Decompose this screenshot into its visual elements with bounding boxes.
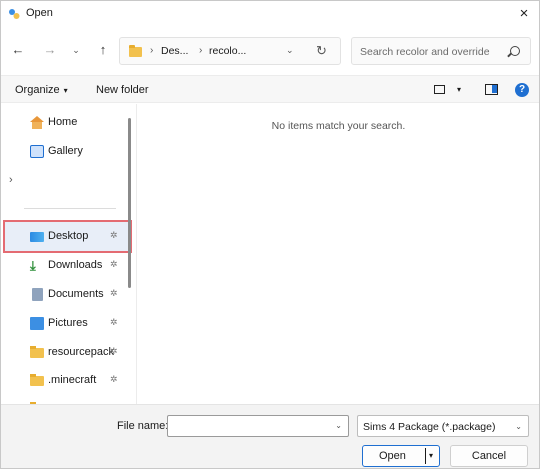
sidebar-item-label: resourcepack: [48, 346, 115, 358]
sidebar-divider: [24, 208, 116, 209]
sidebar-item-desktop[interactable]: Desktop ✲: [1, 224, 129, 250]
sidebar-item-minecraft[interactable]: .minecraft ✲: [1, 368, 129, 394]
sidebar-scrollbar[interactable]: [128, 118, 131, 288]
sidebar-item-downloads[interactable]: ⤓ Downloads ✲: [1, 253, 129, 279]
search-icon[interactable]: [510, 46, 520, 56]
organize-label: Organize: [15, 84, 60, 96]
desktop-icon: [30, 232, 44, 242]
up-button[interactable]: ↑: [94, 41, 112, 59]
recent-locations-button[interactable]: ⌄: [67, 41, 85, 59]
cancel-button[interactable]: Cancel: [450, 445, 528, 467]
sidebar-item-label: .minecraft: [48, 374, 97, 386]
view-options-dropdown-icon[interactable]: ▾: [457, 85, 461, 94]
open-options-dropdown-icon[interactable]: ▾: [429, 451, 433, 460]
sidebar-item-label: Desktop: [48, 230, 89, 242]
dialog-footer: File name: ⌄ Sims 4 Package (*.package) …: [1, 404, 539, 468]
pin-icon: ✲: [110, 288, 118, 298]
open-button[interactable]: Open ▾: [362, 445, 440, 467]
file-type-value: Sims 4 Package (*.package): [363, 421, 496, 433]
address-bar[interactable]: › Des... › recolo... ⌄ ↻: [119, 37, 341, 65]
navigation-row: ← → ⌄ ↑ › Des... › recolo... ⌄ ↻ Search …: [1, 33, 539, 69]
home-icon: [30, 116, 44, 129]
file-name-label: File name:: [117, 420, 169, 432]
back-button[interactable]: ←: [9, 41, 27, 59]
downloads-icon: ⤓: [30, 258, 36, 273]
view-mode-icon[interactable]: [434, 85, 445, 94]
empty-message: No items match your search.: [271, 120, 406, 132]
file-name-dropdown-icon[interactable]: ⌄: [335, 421, 342, 430]
folder-icon: [30, 374, 44, 386]
breadcrumb-separator: ›: [150, 45, 154, 56]
sidebar-item-label: Home: [48, 116, 78, 128]
address-dropdown-icon[interactable]: ⌄: [286, 45, 294, 56]
sidebar-item-gallery[interactable]: Gallery: [1, 139, 129, 165]
sidebar-item-home[interactable]: Home: [1, 110, 129, 136]
organize-button[interactable]: Organize ▾: [15, 84, 68, 96]
sidebar-item-label: Gallery: [48, 145, 83, 157]
open-split-divider: [425, 448, 426, 464]
chevron-down-icon: ⌄: [515, 422, 522, 431]
file-type-select[interactable]: Sims 4 Package (*.package) ⌄: [357, 415, 529, 437]
sidebar-item-partial[interactable]: [1, 396, 129, 404]
sidebar-item-documents[interactable]: Documents ✲: [1, 282, 129, 308]
file-list-area[interactable]: No items match your search.: [138, 104, 539, 404]
open-dialog: Open × ← → ⌄ ↑ › Des... › recolo... ⌄ ↻ …: [0, 0, 540, 469]
sidebar-item-resourcepack[interactable]: resourcepack ✲: [1, 340, 129, 366]
command-bar: Organize ▾ New folder ▾ ?: [1, 75, 539, 103]
pin-icon: ✲: [110, 259, 118, 269]
breadcrumb-item[interactable]: recolo...: [209, 45, 246, 57]
pin-icon: ✲: [110, 374, 118, 384]
pin-icon: ✲: [110, 230, 118, 240]
breadcrumb-item[interactable]: Des...: [161, 45, 188, 57]
sidebar-item-label: Pictures: [48, 317, 88, 329]
expand-chevron-icon[interactable]: ›: [9, 174, 13, 186]
forward-button[interactable]: →: [41, 41, 59, 59]
file-name-input[interactable]: ⌄: [167, 415, 349, 437]
open-button-label: Open: [379, 450, 406, 462]
window-title: Open: [26, 7, 53, 19]
close-button[interactable]: ×: [513, 3, 535, 25]
search-placeholder: Search recolor and override: [360, 46, 490, 58]
preview-pane-icon[interactable]: [485, 84, 498, 95]
sidebar-item-label: Documents: [48, 288, 104, 300]
gallery-icon: [30, 145, 44, 158]
title-bar: Open ×: [1, 1, 539, 27]
refresh-icon[interactable]: ↻: [316, 43, 327, 59]
documents-icon: [32, 288, 43, 301]
help-icon[interactable]: ?: [515, 83, 529, 97]
navigation-pane: Home Gallery › Desktop ✲ ⤓ Downloads ✲ D…: [1, 104, 137, 404]
app-icon: [9, 9, 20, 19]
chevron-down-icon: ▾: [63, 86, 68, 95]
folder-icon: [129, 45, 142, 57]
new-folder-button[interactable]: New folder: [96, 84, 149, 96]
pin-icon: ✲: [110, 346, 118, 356]
sidebar-item-pictures[interactable]: Pictures ✲: [1, 311, 129, 337]
sidebar-item-label: Downloads: [48, 259, 103, 271]
pictures-icon: [30, 317, 44, 330]
pin-icon: ✲: [110, 317, 118, 327]
breadcrumb-separator: ›: [199, 45, 203, 56]
folder-icon: [30, 346, 44, 358]
search-input[interactable]: Search recolor and override: [351, 37, 531, 65]
